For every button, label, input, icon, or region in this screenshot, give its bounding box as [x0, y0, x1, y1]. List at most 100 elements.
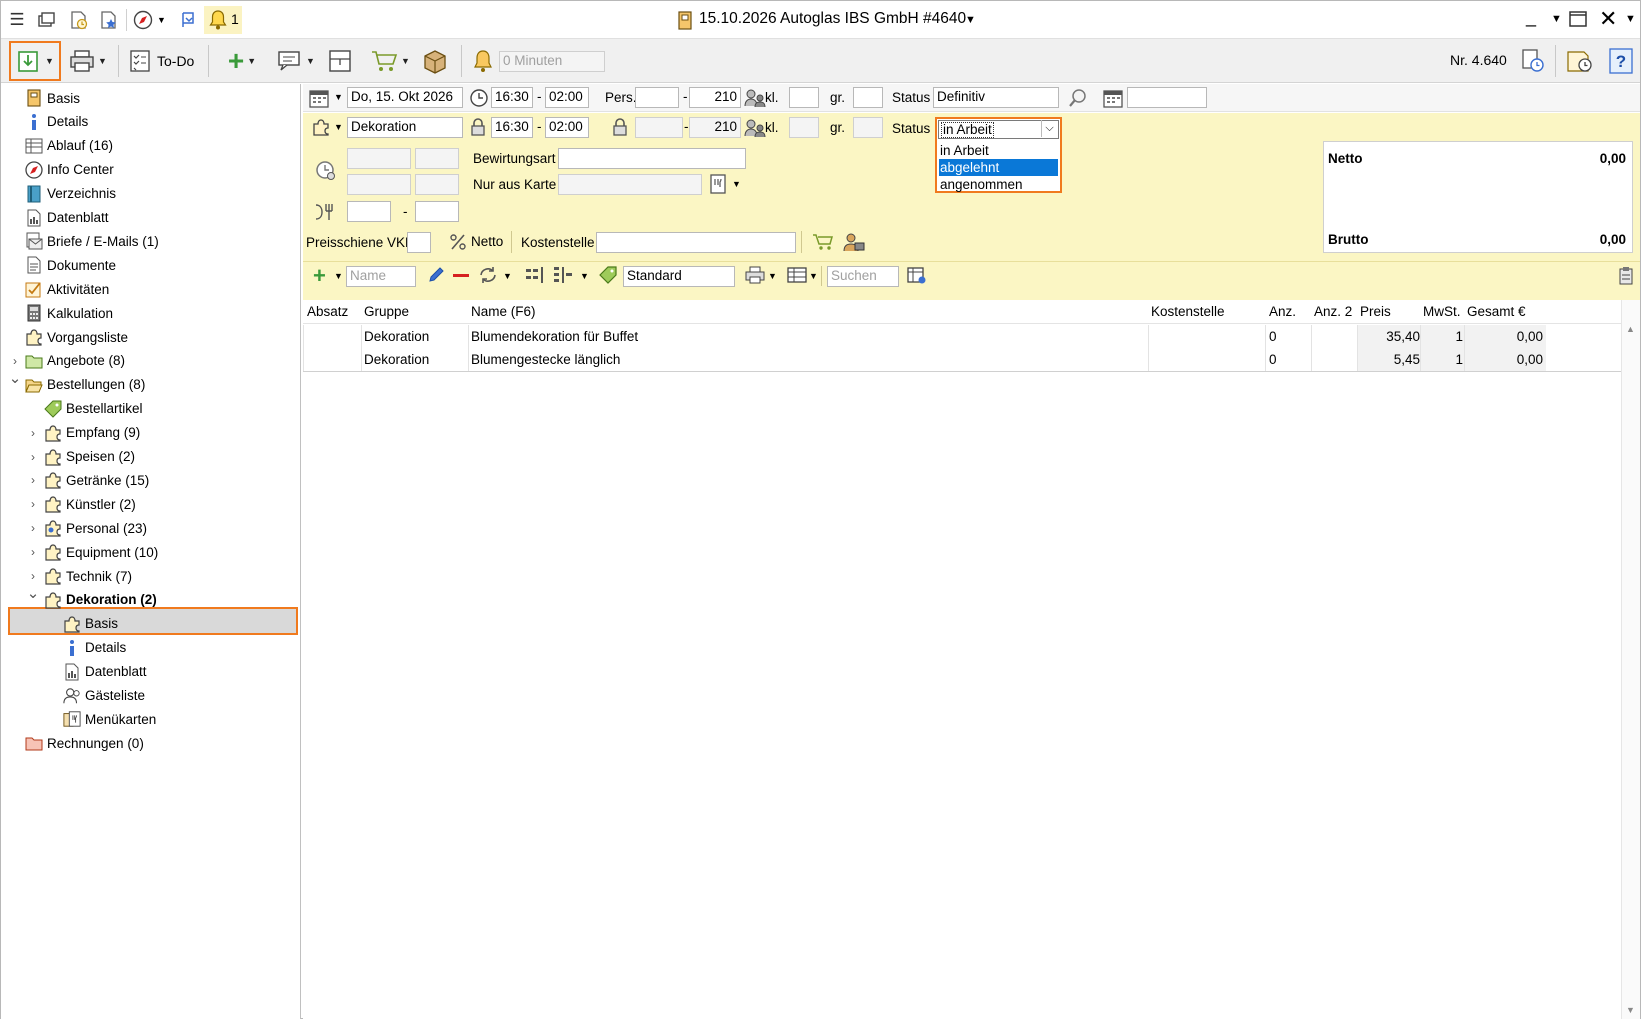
sidebar-item-angebote[interactable]: › Angebote (8): [13, 349, 125, 373]
collapse-chevron-icon[interactable]: ⌄: [27, 584, 40, 602]
history-button[interactable]: [1517, 45, 1549, 77]
add-row-dropdown-icon[interactable]: ▼: [334, 271, 343, 281]
ungroup-icon[interactable]: [553, 267, 575, 286]
sidebar-item-gästeliste[interactable]: Gästeliste: [63, 684, 145, 708]
edit-pencil-icon[interactable]: [427, 266, 445, 287]
order-name-input[interactable]: Dekoration: [347, 117, 463, 138]
cell-name[interactable]: Blumengestecke länglich: [471, 352, 620, 367]
status-chevron-icon[interactable]: ⌵: [1041, 120, 1057, 137]
bewirtungsart-input[interactable]: [558, 148, 746, 169]
dining-from-input[interactable]: [347, 201, 391, 222]
pin-icon[interactable]: [178, 9, 200, 31]
nur-aus-karte-input[interactable]: [558, 174, 702, 195]
calendar-grid-icon[interactable]: [1103, 88, 1123, 111]
sidebar-item-aktivitäten[interactable]: Aktivitäten: [25, 277, 109, 301]
column-header-absatz[interactable]: Absatz: [307, 304, 348, 319]
kl-input[interactable]: [789, 87, 819, 108]
tag-arrows-icon[interactable]: [598, 265, 618, 288]
maximize-icon[interactable]: [1569, 11, 1587, 30]
order-time-d-input[interactable]: [415, 174, 459, 195]
cell-mwst[interactable]: 1: [1423, 329, 1463, 344]
sidebar-item-vorgangsliste[interactable]: Vorgangsliste: [25, 325, 128, 349]
column-header-anz[interactable]: Anz.: [1269, 304, 1296, 319]
expand-chevron-icon[interactable]: ›: [27, 473, 39, 487]
help-button[interactable]: ?: [1607, 45, 1635, 77]
kostenstelle-input[interactable]: [596, 232, 796, 253]
grid-print-dropdown-icon[interactable]: ▼: [768, 271, 777, 281]
sidebar-item-datenblatt[interactable]: Datenblatt: [25, 206, 109, 230]
expand-chevron-icon[interactable]: ›: [27, 545, 39, 559]
minimize-icon[interactable]: _: [1526, 7, 1536, 28]
sidebar-item-technik[interactable]: › Technik (7): [31, 564, 132, 588]
view-select[interactable]: Standard: [623, 266, 735, 287]
todo-button[interactable]: To-Do: [129, 45, 199, 77]
expand-chevron-icon[interactable]: ›: [27, 426, 39, 440]
notification-button[interactable]: 1: [204, 6, 242, 34]
group-icon[interactable]: [525, 267, 547, 286]
puzzle-icon[interactable]: [311, 117, 331, 140]
menu-card-icon[interactable]: [709, 174, 727, 197]
sidebar-item-dekoration[interactable]: ⌄ Dekoration (2): [27, 585, 157, 612]
menu-card-dropdown-icon[interactable]: ▼: [732, 179, 741, 189]
percent-icon[interactable]: [449, 233, 467, 254]
pers-lock-icon[interactable]: [611, 117, 629, 140]
cell-preis[interactable]: 35,40: [1360, 329, 1420, 344]
status-option-in-arbeit[interactable]: in Arbeit: [939, 142, 1058, 159]
sidebar-item-dokumente[interactable]: Dokumente: [25, 253, 116, 277]
sidebar-item-info-center[interactable]: Info Center: [25, 158, 114, 182]
cell-preis[interactable]: 5,45: [1360, 352, 1420, 367]
cell-gesamt[interactable]: 0,00: [1467, 352, 1543, 367]
preisschiene-input[interactable]: [407, 232, 431, 253]
order-time-a-input[interactable]: [347, 148, 411, 169]
reminder-button[interactable]: [469, 45, 497, 77]
add-button[interactable]: + ▼: [219, 45, 265, 77]
sidebar-item-menükarten[interactable]: Menükarten: [63, 707, 156, 731]
grid-print-icon[interactable]: [745, 266, 765, 287]
cell-anz[interactable]: 0: [1269, 329, 1277, 344]
reminder-minutes-input[interactable]: 0 Minuten: [499, 51, 605, 72]
refresh-icon[interactable]: [478, 266, 498, 287]
order-time-from-input[interactable]: 16:30: [491, 117, 533, 138]
favorites-icon[interactable]: [98, 9, 120, 31]
cell-anz[interactable]: 0: [1269, 352, 1277, 367]
status-option-angenommen[interactable]: angenommen: [939, 176, 1058, 193]
cart-button[interactable]: ▼: [367, 45, 413, 77]
order-gr-input[interactable]: [853, 117, 883, 138]
sidebar-item-rechnungen[interactable]: Rechnungen (0): [25, 731, 144, 755]
sidebar-item-getränke[interactable]: › Getränke (15): [31, 468, 149, 492]
expand-chevron-icon[interactable]: ›: [27, 497, 39, 511]
table-settings-icon[interactable]: [907, 267, 927, 288]
pers-from-input[interactable]: [635, 87, 679, 108]
title-dropdown-icon[interactable]: ▼: [965, 14, 976, 26]
remove-row-icon[interactable]: [453, 274, 469, 277]
table-row[interactable]: Dekoration Blumengestecke länglich 0 5,45 1 0…: [303, 348, 1621, 372]
windows-icon[interactable]: [36, 9, 58, 31]
lock-icon[interactable]: [469, 117, 487, 140]
save-button[interactable]: ▼: [13, 45, 57, 77]
recent-documents-icon[interactable]: [68, 9, 90, 31]
event-date-input[interactable]: Do, 15. Okt 2026: [347, 87, 463, 108]
grid-search-input[interactable]: Suchen: [827, 266, 899, 287]
event-time-from-input[interactable]: 16:30: [491, 87, 533, 108]
expand-chevron-icon[interactable]: ›: [27, 521, 39, 535]
order-pers-from-input[interactable]: [635, 117, 683, 138]
sidebar-item-basis[interactable]: Basis: [25, 86, 80, 110]
pers-to-input[interactable]: 210: [689, 87, 741, 108]
ungroup-dropdown-icon[interactable]: ▼: [580, 271, 589, 281]
sidebar-item-empfang[interactable]: › Empfang (9): [31, 421, 140, 445]
sidebar-item-bestellartikel[interactable]: Bestellartikel: [44, 397, 143, 421]
message-button[interactable]: ▼: [273, 45, 319, 77]
cell-mwst[interactable]: 1: [1423, 352, 1463, 367]
column-header-mwst[interactable]: MwSt.: [1423, 304, 1461, 319]
grid-name-input[interactable]: Name: [346, 266, 416, 287]
cell-gruppe[interactable]: Dekoration: [364, 329, 429, 344]
order-time-c-input[interactable]: [347, 174, 411, 195]
user-lock-icon[interactable]: [843, 232, 865, 255]
sidebar-item-kalkulation[interactable]: Kalkulation: [25, 301, 113, 325]
column-header-kostenstelle[interactable]: Kostenstelle: [1151, 304, 1225, 319]
layout-button[interactable]: [325, 45, 355, 77]
table-row[interactable]: Dekoration Blumendekoration für Buffet 0 35…: [303, 325, 1621, 349]
package-button[interactable]: [419, 45, 451, 77]
sidebar-item-verzeichnis[interactable]: Verzeichnis: [25, 182, 116, 206]
event-extra-date-input[interactable]: [1127, 87, 1207, 108]
